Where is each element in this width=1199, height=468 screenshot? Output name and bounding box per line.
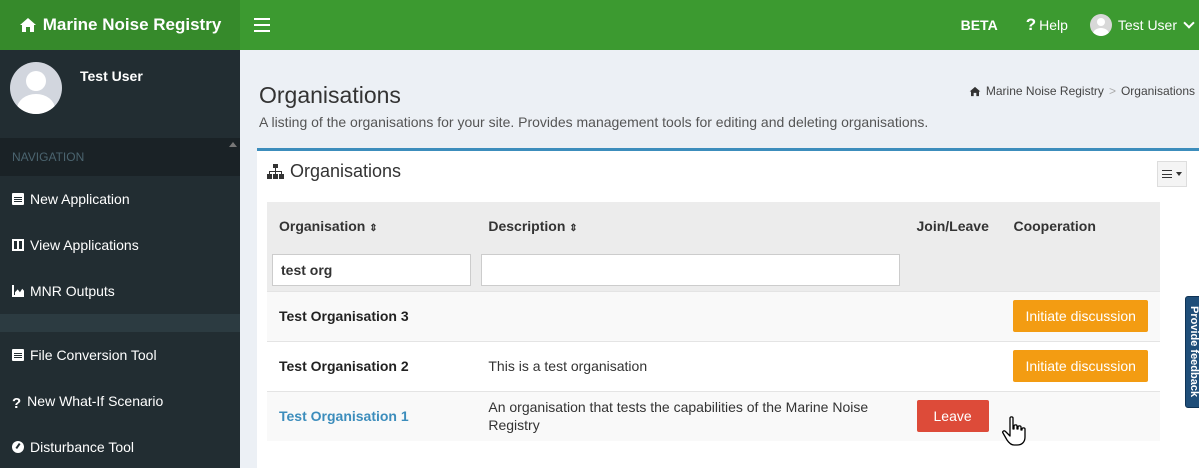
home-icon [969, 86, 981, 96]
sidebar-item-label: MNR Outputs [30, 283, 115, 299]
beta-badge: BETA [960, 17, 998, 33]
initiate-discussion-button[interactable]: Initiate discussion [1013, 300, 1148, 332]
sidebar-item-label: New What-If Scenario [27, 393, 164, 409]
filter-row [267, 249, 1160, 291]
organisation-description: An organisation that tests the capabilit… [476, 390, 905, 441]
chevron-down-icon [1183, 17, 1195, 29]
table-row: Test Organisation 2 This is a test organ… [267, 340, 1160, 391]
feedback-tab[interactable]: Provide feedback [1185, 296, 1199, 408]
column-header-description[interactable]: Description ⇕ [476, 202, 905, 249]
dashboard-icon [12, 441, 24, 453]
column-header-cooperation: Cooperation [1001, 202, 1160, 249]
page-title: Organisations [259, 82, 401, 108]
box-title-text: Organisations [290, 161, 402, 181]
sidebar-item-disturbance-tool[interactable]: Disturbance Tool [0, 424, 240, 468]
organisation-name: Test Organisation 3 [279, 308, 409, 324]
breadcrumb: Marine Noise Registry > Organisations [969, 84, 1195, 98]
nav-divider [0, 314, 240, 332]
avatar [10, 62, 62, 114]
area-chart-icon [12, 285, 24, 297]
question-icon: ? [12, 395, 22, 412]
main-content: Organisations A listing of the organisat… [240, 50, 1199, 468]
column-header-organisation[interactable]: Organisation ⇕ [267, 202, 477, 249]
box-title: Organisations [267, 161, 401, 182]
help-label: Help [1039, 17, 1068, 33]
organisation-name: Test Organisation 2 [279, 358, 409, 374]
sidebar-item-label: File Conversion Tool [30, 347, 157, 363]
organisation-description [476, 290, 905, 341]
home-icon [19, 18, 36, 32]
organisation-link[interactable]: Test Organisation 1 [279, 408, 409, 424]
join-leave-cell [904, 290, 1002, 341]
join-leave-cell [904, 340, 1002, 391]
sitemap-icon [267, 164, 284, 179]
organisation-filter-input[interactable] [272, 253, 472, 286]
initiate-discussion-button[interactable]: Initiate discussion [1013, 350, 1148, 382]
organisations-box: Organisations Organisation ⇕ Description… [257, 148, 1199, 468]
breadcrumb-current: Organisations [1120, 84, 1195, 98]
sidebar-toggle-button[interactable] [254, 18, 270, 32]
app-logo[interactable]: Marine Noise Registry [0, 0, 240, 50]
scroll-up-arrow[interactable] [229, 142, 237, 147]
user-name: Test User [1117, 17, 1177, 33]
sort-icon: ⇕ [569, 222, 578, 234]
table-row: Test Organisation 3 Initiate discussion [267, 290, 1160, 341]
question-icon: ? [1025, 15, 1037, 34]
page-description: A listing of the organisations for your … [259, 114, 929, 130]
hand-pointer-cursor-icon [1002, 416, 1026, 446]
file-icon [12, 193, 24, 205]
sidebar-item-view-applications[interactable]: View Applications [0, 222, 240, 268]
box-menu-button[interactable] [1157, 161, 1187, 187]
sidebar-item-new-what-if-scenario[interactable]: ? New What-If Scenario [0, 378, 240, 424]
help-link[interactable]: ? Help [1026, 15, 1068, 35]
sidebar-item-file-conversion-tool[interactable]: File Conversion Tool [0, 332, 240, 378]
sidebar-item-label: View Applications [30, 237, 139, 253]
sidebar-item-mnr-outputs[interactable]: MNR Outputs [0, 268, 240, 314]
breadcrumb-home-link[interactable]: Marine Noise Registry [986, 84, 1104, 98]
caret-down-icon [1176, 172, 1182, 176]
sidebar-item-new-application[interactable]: New Application [0, 176, 240, 222]
app-name: Marine Noise Registry [42, 15, 222, 34]
breadcrumb-separator: > [1108, 84, 1116, 98]
sort-icon: ⇕ [369, 222, 378, 234]
column-header-join-leave: Join/Leave [904, 202, 1002, 249]
organisation-description: This is a test organisation [476, 340, 905, 391]
nav-header: NAVIGATION [0, 138, 240, 176]
avatar [1089, 14, 1112, 36]
leave-button[interactable]: Leave [916, 400, 989, 433]
organisations-table: Organisation ⇕ Description ⇕ Join/Leave … [267, 202, 1160, 441]
file-icon [12, 349, 24, 361]
user-menu[interactable]: Test User [1089, 14, 1195, 36]
sidebar-user-name: Test User [80, 68, 143, 84]
top-navbar: Marine Noise Registry BETA ? Help Test U… [0, 0, 1199, 50]
menu-icon [1162, 170, 1172, 178]
table-icon [12, 239, 24, 251]
user-panel: Test User [0, 50, 240, 138]
sidebar-item-label: New Application [30, 191, 130, 207]
sidebar-item-label: Disturbance Tool [30, 439, 135, 455]
description-filter-input[interactable] [481, 253, 900, 286]
sidebar: Test User NAVIGATION New Application Vie… [0, 50, 240, 468]
